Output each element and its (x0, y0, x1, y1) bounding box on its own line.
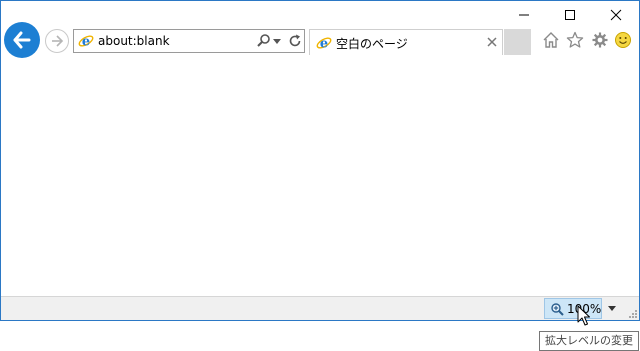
back-button[interactable] (4, 22, 40, 58)
star-icon[interactable] (566, 31, 584, 49)
refresh-icon[interactable] (287, 33, 303, 49)
minimize-button[interactable] (501, 1, 547, 29)
home-icon[interactable] (542, 31, 560, 49)
back-arrow-icon (13, 31, 31, 49)
maximize-icon (565, 10, 575, 20)
new-tab-button[interactable] (504, 29, 531, 55)
zoom-level-button[interactable]: 100% (544, 298, 602, 319)
resize-grip-icon[interactable] (628, 309, 638, 319)
mouse-cursor-icon (577, 305, 590, 326)
maximize-button[interactable] (547, 1, 593, 29)
gear-icon[interactable] (591, 31, 609, 49)
zoom-magnifier-icon (551, 303, 564, 316)
search-icon[interactable] (256, 33, 272, 49)
tab-title: 空白のページ (336, 37, 408, 51)
close-icon (610, 9, 622, 21)
address-url[interactable]: about:blank (98, 34, 170, 48)
chevron-down-icon (608, 306, 616, 311)
close-tab-icon[interactable] (486, 36, 498, 48)
svg-text:e: e (320, 37, 328, 52)
status-bar: 100% (1, 296, 639, 320)
tab-blank-page[interactable]: e 空白のページ (309, 29, 503, 55)
zoom-tooltip: 拡大レベルの変更 (539, 331, 639, 351)
minimize-icon (519, 14, 529, 16)
zoom-dropdown-button[interactable] (604, 298, 620, 319)
smiley-icon[interactable] (614, 31, 632, 49)
ie-page-icon: e (78, 35, 94, 50)
ie-page-icon: e (316, 37, 332, 52)
forward-arrow-icon (52, 35, 64, 47)
content-area[interactable] (1, 57, 639, 296)
svg-text:e: e (82, 35, 90, 50)
close-window-button[interactable] (593, 1, 639, 29)
browser-window: e about:blank e 空白のページ 100% (0, 0, 640, 321)
title-bar (1, 1, 639, 29)
address-bar[interactable]: e about:blank (73, 29, 305, 53)
search-dropdown-icon[interactable] (273, 39, 281, 45)
forward-button[interactable] (45, 29, 69, 53)
